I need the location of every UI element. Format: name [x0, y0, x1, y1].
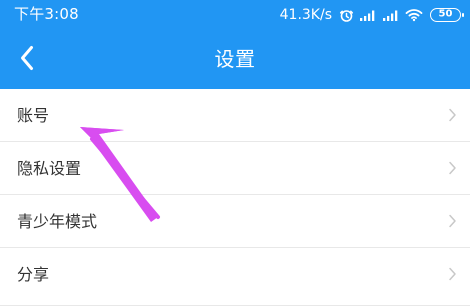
chevron-right-icon — [446, 107, 458, 123]
settings-item-label: 分享 — [17, 265, 50, 284]
settings-item-account[interactable]: 账号 — [0, 89, 470, 142]
settings-item-share[interactable]: 分享 — [0, 248, 470, 306]
app-header: 下午3:08 41.3K/s 50 设置 — [0, 0, 470, 89]
battery-icon: 50 — [430, 8, 464, 22]
settings-item-label: 账号 — [17, 106, 50, 125]
chevron-right-icon — [446, 160, 458, 176]
settings-list: 账号 隐私设置 青少年模式 分享 — [0, 89, 470, 306]
settings-item-privacy[interactable]: 隐私设置 — [0, 142, 470, 195]
chevron-right-icon — [446, 213, 458, 229]
network-speed: 41.3K/s — [279, 7, 332, 23]
status-indicators: 41.3K/s 50 — [279, 5, 464, 25]
chevron-right-icon — [446, 266, 458, 282]
battery-level: 50 — [438, 8, 453, 20]
settings-item-teen-mode[interactable]: 青少年模式 — [0, 195, 470, 248]
status-time: 下午3:08 — [14, 5, 79, 23]
page-title: 设置 — [214, 47, 256, 71]
wifi-icon — [405, 8, 423, 22]
settings-item-label: 隐私设置 — [17, 159, 82, 178]
signal-icon — [359, 9, 377, 22]
status-bar: 下午3:08 41.3K/s 50 — [0, 0, 470, 31]
navigation-bar: 设置 — [0, 31, 470, 89]
settings-screen: 下午3:08 41.3K/s 50 设置 账号 隐私设置 青少年模式 分享 — [0, 0, 470, 306]
settings-item-label: 青少年模式 — [17, 212, 98, 231]
signal-icon — [382, 9, 400, 22]
alarm-icon — [339, 8, 354, 23]
